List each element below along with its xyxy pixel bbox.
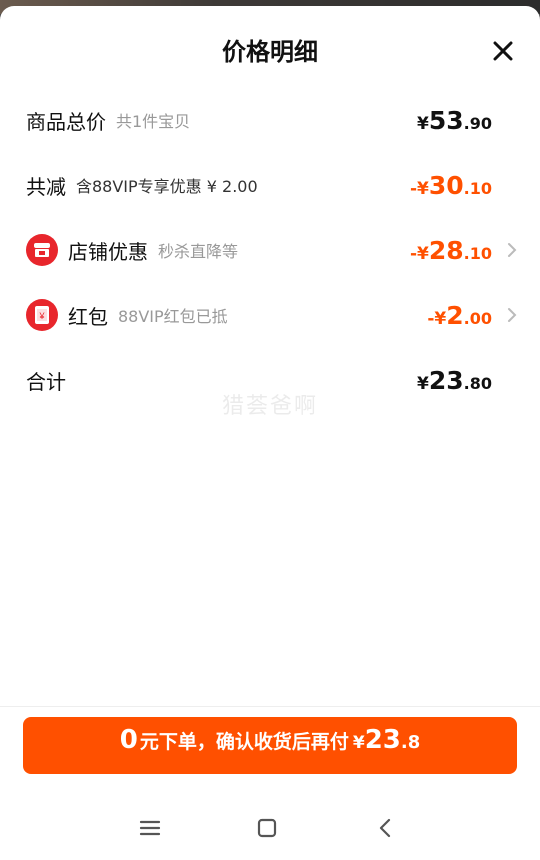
close-icon [493,41,513,61]
watermark: 猎荟爸啊 [221,394,318,419]
store-discount-label: 店铺优惠 [68,239,148,264]
red-packet-label: 红包 [68,304,108,329]
system-navbar [0,806,540,850]
total-reduction-row: 共减 含88VIP专享优惠 ¥ 2.00 -¥ 30 .10 [26,165,518,205]
divider [0,706,540,707]
cta-text: 元下单，确认收货后再付 [139,731,349,753]
currency-symbol: -¥ [409,178,429,199]
currency-symbol: -¥ [427,308,447,329]
amount-decimal: .90 [463,113,492,133]
red-packet-icon: ¥ [26,299,58,331]
total-reduction-amount: -¥ 30 .10 [410,171,492,200]
store-discount-note: 秒杀直降等 [158,242,239,261]
total-price-amount: ¥ 53 .90 [417,106,492,135]
total-reduction-label: 共减 [26,174,66,199]
total-price-row: 商品总价 共1件宝贝 ¥ 53 .90 [26,100,518,140]
back-button[interactable] [374,816,398,840]
amount-integer: 53 [428,105,464,135]
currency-symbol: ¥ [417,113,429,134]
cta-amount-integer: 23 [364,725,401,755]
menu-button[interactable] [138,816,162,840]
red-packet-note: 88VIP红包已抵 [118,307,228,326]
store-discount-row[interactable]: 店铺优惠 秒杀直降等 -¥ 28 .10 [26,230,518,270]
amount-integer: 2 [446,300,464,330]
cta-amount-decimal: .8 [400,732,421,753]
amount-decimal: .10 [463,243,492,263]
cta-currency: ¥ [352,733,365,753]
cta-zero: 0 [119,725,138,755]
back-icon [379,818,391,838]
svg-text:¥: ¥ [38,311,45,321]
currency-symbol: -¥ [409,243,429,264]
amount-integer: 28 [428,235,464,265]
amount-decimal: .00 [463,308,492,328]
red-packet-row[interactable]: ¥ 红包 88VIP红包已抵 -¥ 2 .00 [26,295,518,335]
chevron-right-icon [508,308,517,322]
red-packet-amount: -¥ 2 .00 [427,301,492,330]
page-title: 价格明细 [222,38,318,66]
home-button[interactable] [255,816,279,840]
chevron-right-icon [508,243,517,257]
amount-integer: 30 [428,170,464,200]
store-discount-amount: -¥ 28 .10 [410,236,492,265]
amount-decimal: .10 [463,178,492,198]
menu-icon [139,820,161,836]
total-reduction-note: 含88VIP专享优惠 ¥ 2.00 [76,177,258,196]
price-detail-sheet: 价格明细 商品总价 共1件宝贝 ¥ 53 .90 共减 含88VIP专享优惠 ¥… [0,6,540,860]
close-button[interactable] [490,38,516,64]
total-price-count: 共1件宝贝 [116,112,191,131]
shop-icon [26,234,58,266]
home-icon [257,818,277,838]
place-order-button[interactable]: 0 元下单，确认收货后再付 ¥ 23 .8 [23,717,517,774]
total-price-label: 商品总价 [26,109,106,134]
